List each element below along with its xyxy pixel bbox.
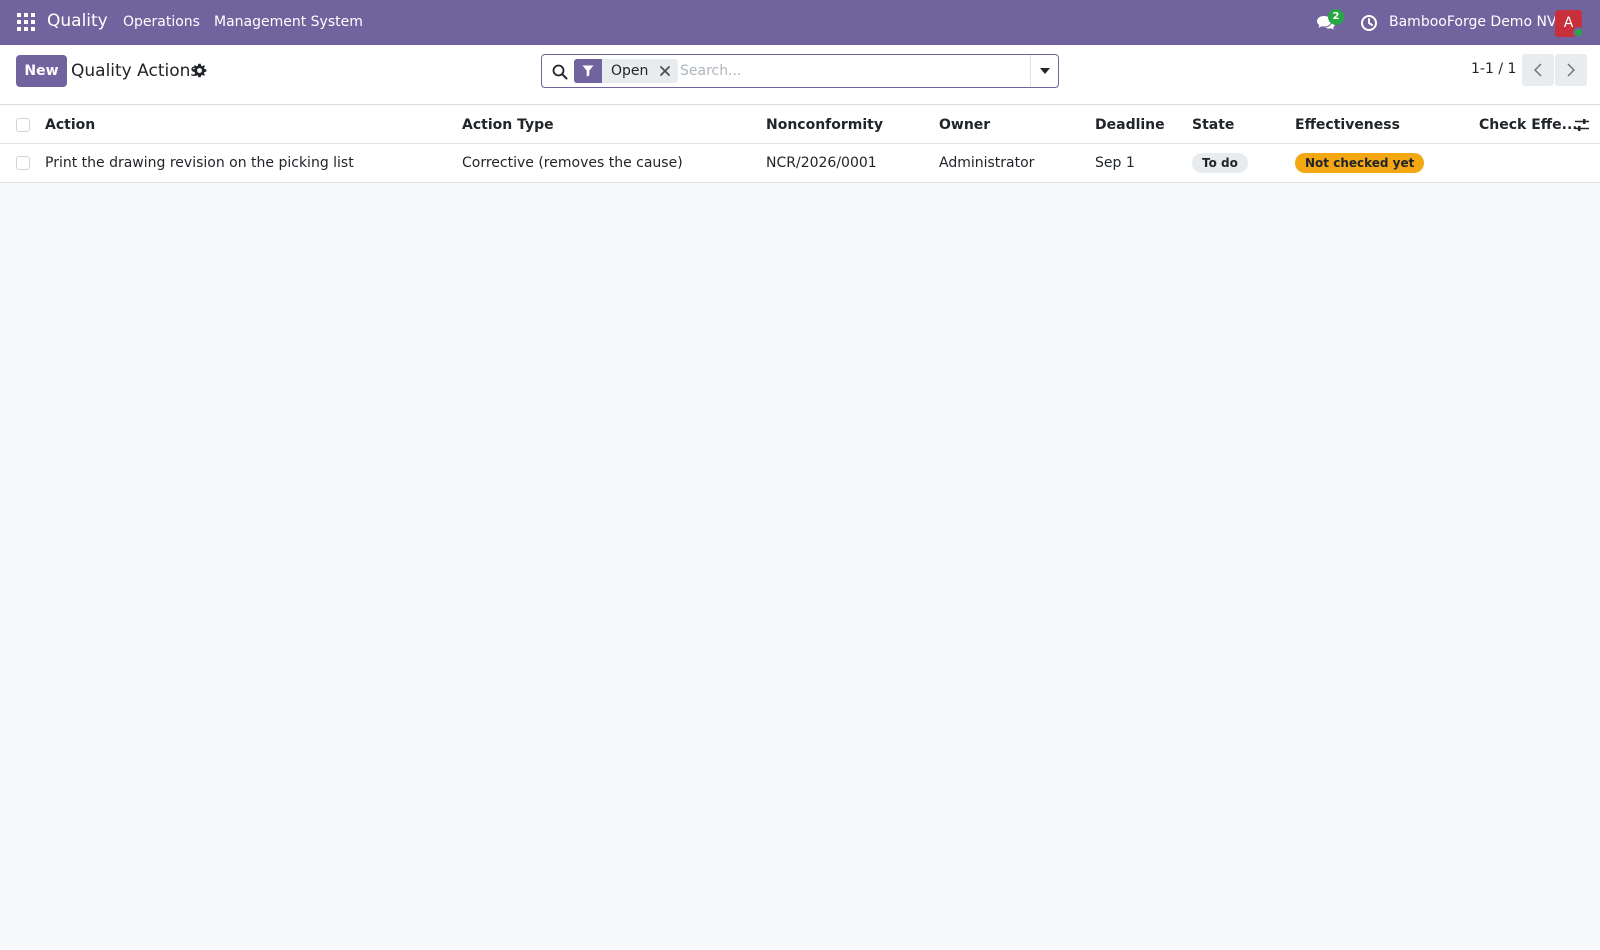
search-panel: Open	[541, 54, 1059, 88]
row-checkbox-cell	[16, 144, 30, 182]
cell-deadline[interactable]: Sep 1	[1095, 144, 1135, 182]
menu-management-system[interactable]: Management System	[214, 14, 363, 30]
state-badge: To do	[1192, 153, 1248, 173]
gear-icon[interactable]	[192, 63, 207, 78]
apps-grid-icon[interactable]	[17, 13, 35, 31]
clock-icon[interactable]	[1360, 14, 1378, 32]
row-checkbox[interactable]	[16, 156, 30, 170]
column-header-nonconformity[interactable]: Nonconformity	[766, 106, 883, 143]
app-name[interactable]: Quality	[47, 11, 108, 31]
control-panel: New Quality Actions Open 1-1 / 1	[0, 45, 1600, 105]
presence-status-dot	[1573, 27, 1584, 38]
company-switcher[interactable]: BambooForge Demo NV	[1389, 14, 1557, 30]
chat-count-badge: 2	[1328, 9, 1344, 25]
column-header-owner[interactable]: Owner	[939, 106, 990, 143]
table-row[interactable]: Print the drawing revision on the pickin…	[0, 144, 1600, 183]
cell-effectiveness[interactable]: Not checked yet	[1295, 144, 1425, 182]
effectiveness-badge: Not checked yet	[1295, 153, 1425, 173]
column-header-action-type[interactable]: Action Type	[462, 106, 554, 143]
menu-operations[interactable]: Operations	[123, 14, 200, 30]
search-options-toggle[interactable]	[1030, 55, 1059, 87]
cell-owner[interactable]: Administrator	[939, 144, 1034, 182]
column-header-action[interactable]: Action	[45, 106, 95, 143]
column-header-effectiveness[interactable]: Effectiveness	[1295, 106, 1400, 143]
pager-value[interactable]: 1-1 / 1	[1471, 61, 1516, 77]
top-navbar: Quality Operations Management System 2 B…	[0, 0, 1600, 45]
search-icon[interactable]	[552, 64, 568, 80]
new-button[interactable]: New	[16, 55, 67, 87]
facet-label: Open	[611, 63, 649, 79]
cell-state[interactable]: To do	[1192, 144, 1248, 182]
select-all-checkbox[interactable]	[16, 117, 30, 132]
search-facet-open: Open	[574, 59, 679, 83]
cell-action[interactable]: Print the drawing revision on the pickin…	[45, 144, 354, 182]
search-input[interactable]	[680, 59, 1020, 83]
pager-previous-button[interactable]	[1522, 54, 1554, 86]
cell-nonconformity[interactable]: NCR/2026/0001	[766, 144, 877, 182]
chevron-right-icon	[1567, 63, 1575, 77]
caret-down-icon	[1040, 68, 1050, 74]
column-header-check-effectiveness[interactable]: Check Effe...	[1479, 106, 1578, 143]
column-header-deadline[interactable]: Deadline	[1095, 106, 1165, 143]
filter-icon	[574, 59, 602, 83]
list-view: Action Action Type Nonconformity Owner D…	[0, 106, 1600, 183]
column-header-state[interactable]: State	[1192, 106, 1234, 143]
pager-next-button[interactable]	[1555, 54, 1587, 86]
close-icon[interactable]	[656, 59, 674, 83]
cell-action-type[interactable]: Corrective (removes the cause)	[462, 144, 683, 182]
select-all-checkbox-cell	[16, 106, 30, 143]
page-title: Quality Actions	[71, 61, 200, 81]
chevron-left-icon	[1534, 63, 1542, 77]
table-header: Action Action Type Nonconformity Owner D…	[0, 106, 1600, 144]
sliders-icon[interactable]	[1574, 117, 1590, 133]
